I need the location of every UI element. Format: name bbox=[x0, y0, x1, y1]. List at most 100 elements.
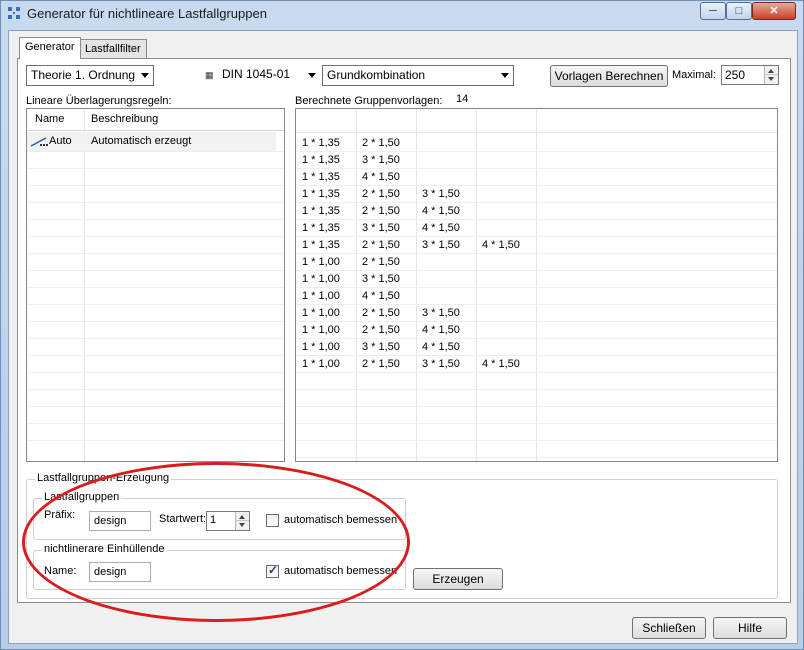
minimize-button[interactable]: ─ bbox=[700, 2, 726, 20]
close-icon: ✕ bbox=[769, 5, 779, 17]
row-divider bbox=[27, 406, 284, 407]
tab-lastfallfilter[interactable]: Lastfallfilter bbox=[79, 39, 147, 59]
row-divider bbox=[296, 355, 777, 356]
chevron-down-icon bbox=[308, 73, 316, 78]
group-cell[interactable]: 3 * 1,50 bbox=[422, 358, 460, 370]
group-cell[interactable]: 1 * 1,00 bbox=[302, 307, 340, 319]
row-divider bbox=[296, 202, 777, 203]
group-cell[interactable]: 4 * 1,50 bbox=[482, 239, 520, 251]
row-divider bbox=[27, 219, 284, 220]
row-divider bbox=[296, 270, 777, 271]
group-cell[interactable]: 3 * 1,50 bbox=[362, 154, 400, 166]
group-cell[interactable]: 3 * 1,50 bbox=[362, 222, 400, 234]
group-cell[interactable]: 2 * 1,50 bbox=[362, 358, 400, 370]
group-cell[interactable]: 1 * 1,35 bbox=[302, 154, 340, 166]
group-cell[interactable]: 2 * 1,50 bbox=[362, 239, 400, 251]
generator-app-icon bbox=[8, 7, 20, 19]
combination-combobox[interactable]: Grundkombination bbox=[322, 65, 514, 86]
maximize-button[interactable]: □ bbox=[726, 2, 752, 20]
column-divider bbox=[356, 109, 357, 461]
envelope-name-input[interactable]: design bbox=[89, 562, 151, 582]
group-cell[interactable]: 1 * 1,35 bbox=[302, 137, 340, 149]
row-divider bbox=[296, 440, 777, 441]
group-cell[interactable]: 4 * 1,50 bbox=[422, 205, 460, 217]
close-button[interactable]: Schließen bbox=[632, 617, 706, 639]
row-divider bbox=[27, 168, 284, 169]
group-cell[interactable]: 2 * 1,50 bbox=[362, 307, 400, 319]
row-divider bbox=[27, 151, 284, 152]
combination-combobox-value: Grundkombination bbox=[327, 68, 426, 82]
title-bar[interactable]: Generator für nichtlineare Lastfallgrupp… bbox=[1, 1, 803, 27]
group-cell[interactable]: 1 * 1,00 bbox=[302, 256, 340, 268]
prefix-input[interactable]: design bbox=[89, 511, 151, 531]
group-cell[interactable]: 2 * 1,50 bbox=[362, 137, 400, 149]
group-cell[interactable]: 3 * 1,50 bbox=[422, 239, 460, 251]
group-cell[interactable]: 2 * 1,50 bbox=[362, 205, 400, 217]
group-cell[interactable]: 3 * 1,50 bbox=[362, 341, 400, 353]
rules-list[interactable]: Name Beschreibung Auto Automatisch erzeu… bbox=[26, 108, 285, 462]
group-cell[interactable]: 3 * 1,50 bbox=[362, 273, 400, 285]
row-divider bbox=[27, 440, 284, 441]
auto-design-label: automatisch bemessen bbox=[284, 514, 398, 526]
spin-up-icon[interactable] bbox=[235, 512, 249, 521]
table-row[interactable]: Auto Automatisch erzeugt bbox=[27, 132, 276, 151]
column-header-description[interactable]: Beschreibung bbox=[91, 113, 158, 125]
group-cell[interactable]: 2 * 1,50 bbox=[362, 256, 400, 268]
window-title: Generator für nichtlineare Lastfallgrupp… bbox=[27, 6, 267, 21]
group-cell[interactable]: 1 * 1,35 bbox=[302, 222, 340, 234]
column-divider bbox=[536, 109, 537, 461]
row-divider bbox=[296, 253, 777, 254]
close-window-button[interactable]: ✕ bbox=[752, 2, 796, 20]
group-cell[interactable]: 3 * 1,50 bbox=[422, 188, 460, 200]
row-divider bbox=[27, 389, 284, 390]
spin-up-icon[interactable] bbox=[764, 66, 778, 75]
auto-design-checkbox[interactable] bbox=[266, 514, 279, 527]
norm-combobox[interactable]: ▦ DIN 1045-01 bbox=[198, 65, 320, 86]
help-button[interactable]: Hilfe bbox=[713, 617, 787, 639]
envelope-title: nichtlinerare Einhüllende bbox=[42, 543, 167, 555]
group-cell[interactable]: 1 * 1,00 bbox=[302, 341, 340, 353]
row-divider bbox=[27, 287, 284, 288]
row-divider bbox=[296, 406, 777, 407]
group-cell[interactable]: 4 * 1,50 bbox=[422, 341, 460, 353]
row-divider bbox=[296, 423, 777, 424]
max-label: Maximal: bbox=[672, 69, 717, 81]
start-value-spinner[interactable]: 1 bbox=[206, 511, 250, 531]
group-cell[interactable]: 1 * 1,35 bbox=[302, 205, 340, 217]
group-cell[interactable]: 1 * 1,00 bbox=[302, 273, 340, 285]
group-cell[interactable]: 4 * 1,50 bbox=[482, 358, 520, 370]
column-header-name[interactable]: Name bbox=[35, 113, 64, 125]
row-divider bbox=[27, 321, 284, 322]
group-cell[interactable]: 4 * 1,50 bbox=[362, 171, 400, 183]
spin-down-icon[interactable] bbox=[764, 75, 778, 84]
group-cell[interactable]: 2 * 1,50 bbox=[362, 188, 400, 200]
minimize-icon: ─ bbox=[709, 5, 717, 17]
norm-combobox-value: DIN 1045-01 bbox=[222, 67, 291, 81]
row-divider bbox=[296, 185, 777, 186]
group-cell[interactable]: 4 * 1,50 bbox=[422, 222, 460, 234]
load-groups-title: Lastfallgruppen bbox=[42, 491, 122, 503]
group-cell[interactable]: 2 * 1,50 bbox=[362, 324, 400, 336]
create-button[interactable]: Erzeugen bbox=[413, 568, 503, 590]
group-cell[interactable]: 1 * 1,00 bbox=[302, 324, 340, 336]
group-cell[interactable]: 1 * 1,00 bbox=[302, 358, 340, 370]
max-spinner[interactable]: 250 bbox=[721, 65, 779, 85]
compute-templates-button[interactable]: Vorlagen Berechnen bbox=[550, 65, 668, 87]
group-templates-list[interactable]: 1 * 1,35 2 * 1,50 1 * 1,35 3 * 1,50 1 * 1,35… bbox=[295, 108, 778, 462]
group-cell[interactable]: 1 * 1,35 bbox=[302, 171, 340, 183]
spin-down-icon[interactable] bbox=[235, 521, 249, 530]
theory-combobox[interactable]: Theorie 1. Ordnung bbox=[26, 65, 154, 86]
row-divider bbox=[27, 423, 284, 424]
envelope-auto-design-checkbox[interactable] bbox=[266, 563, 279, 578]
group-cell[interactable]: 1 * 1,00 bbox=[302, 290, 340, 302]
dialog-window: Generator für nichtlineare Lastfallgrupp… bbox=[0, 0, 804, 650]
tab-generator[interactable]: Generator bbox=[19, 37, 81, 59]
group-cell[interactable]: 1 * 1,35 bbox=[302, 239, 340, 251]
row-divider bbox=[296, 236, 777, 237]
group-cell[interactable]: 3 * 1,50 bbox=[422, 307, 460, 319]
group-cell[interactable]: 4 * 1,50 bbox=[422, 324, 460, 336]
group-cell[interactable]: 4 * 1,50 bbox=[362, 290, 400, 302]
maximize-icon: □ bbox=[735, 5, 743, 17]
column-divider bbox=[84, 109, 85, 461]
group-cell[interactable]: 1 * 1,35 bbox=[302, 188, 340, 200]
